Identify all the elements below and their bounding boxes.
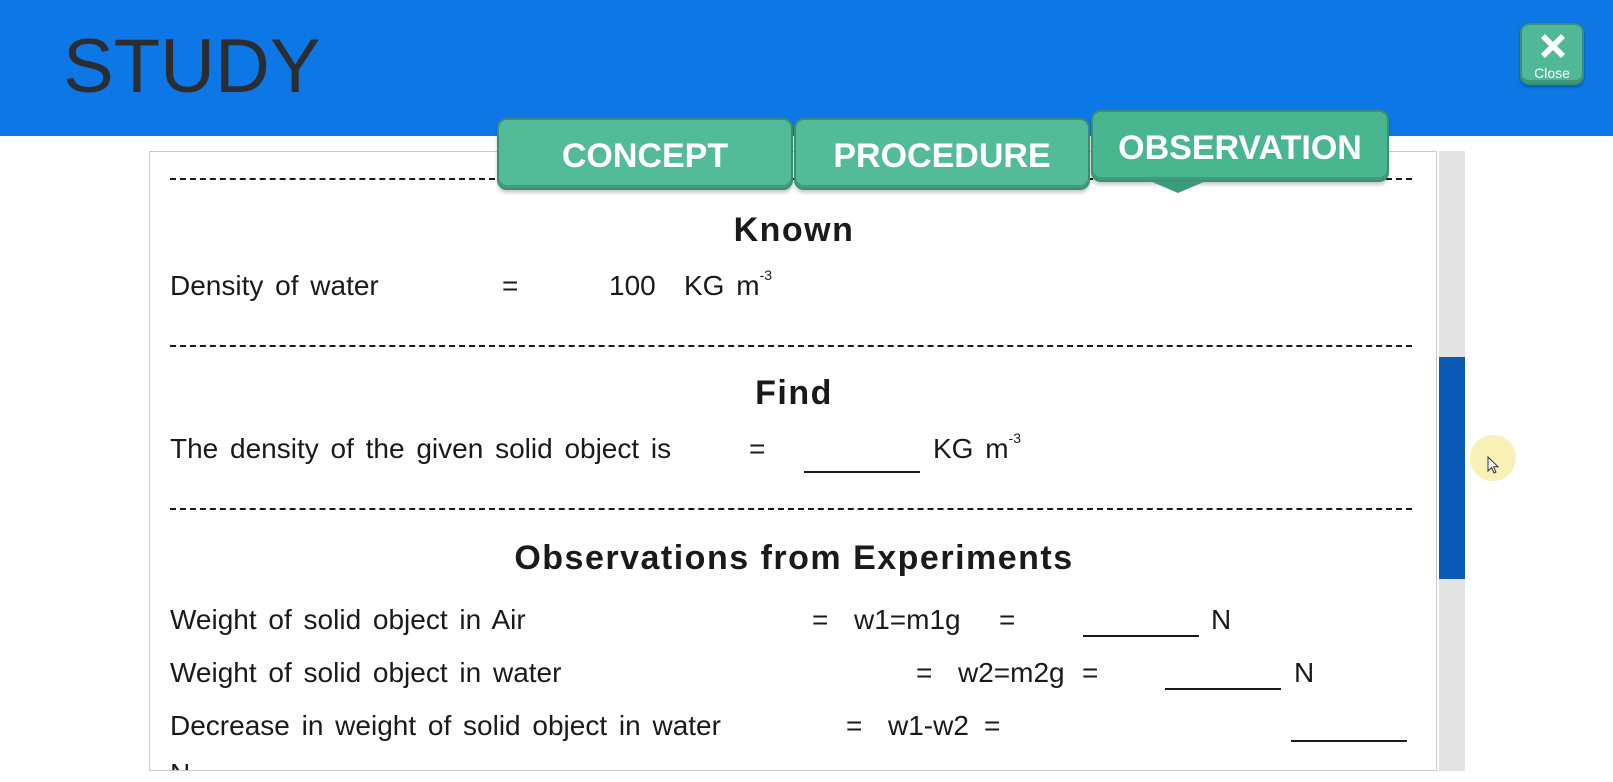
obs-row-formula: w1=m1g [854,604,961,635]
obs-row-label: Weight of solid object in water [170,657,562,688]
tab-concept[interactable]: CONCEPT [497,118,793,190]
find-unit: KG m-3 [933,430,1022,464]
find-equals: = [749,433,766,464]
observations-title: Observations from Experiments [514,539,1074,577]
close-button[interactable]: Close [1520,23,1584,85]
obs-answer-blank[interactable] [1083,635,1199,637]
obs-row-equals: = [812,604,829,635]
obs-row-equals: = [984,710,1001,741]
observation-panel: Known Density of water = 100 KG m-3 Find… [149,151,1437,771]
obs-row-equals: = [1082,657,1099,688]
obs-answer-blank[interactable] [1165,688,1281,690]
obs-row-unit: N [1211,604,1232,635]
obs-row-formula: w1-w2 [888,710,969,741]
close-label: Close [1534,65,1570,81]
app-title: STUDY [63,24,321,109]
known-value: 100 [609,270,656,301]
close-icon [1541,34,1565,58]
known-equals: = [502,270,519,301]
tab-procedure[interactable]: PROCEDURE [794,118,1090,190]
obs-row-equals: = [916,657,933,688]
mouse-cursor-icon [1487,456,1500,474]
active-tab-pointer [1150,181,1206,193]
obs-row-equals: = [999,604,1016,635]
known-title: Known [733,211,855,249]
obs-row-unit: N [1294,657,1315,688]
divider [170,345,1412,347]
divider [170,508,1412,510]
obs-row-formula: w2=m2g [958,657,1065,688]
obs-answer-blank[interactable] [1291,740,1407,742]
tab-observation[interactable]: OBSERVATION [1091,110,1389,182]
obs-row-label: Weight of solid object in Air [170,604,526,635]
known-unit: KG m-3 [684,267,773,301]
scrollbar-thumb[interactable] [1439,357,1465,579]
obs-row-equals: = [846,710,863,741]
known-label: Density of water [170,270,379,301]
obs-row-label: Decrease in weight of solid object in wa… [170,710,721,741]
obs-row-unit: N [170,758,190,770]
find-label: The density of the given solid object is [170,433,672,464]
find-answer-blank[interactable] [804,471,920,473]
find-title: Find [755,374,833,412]
